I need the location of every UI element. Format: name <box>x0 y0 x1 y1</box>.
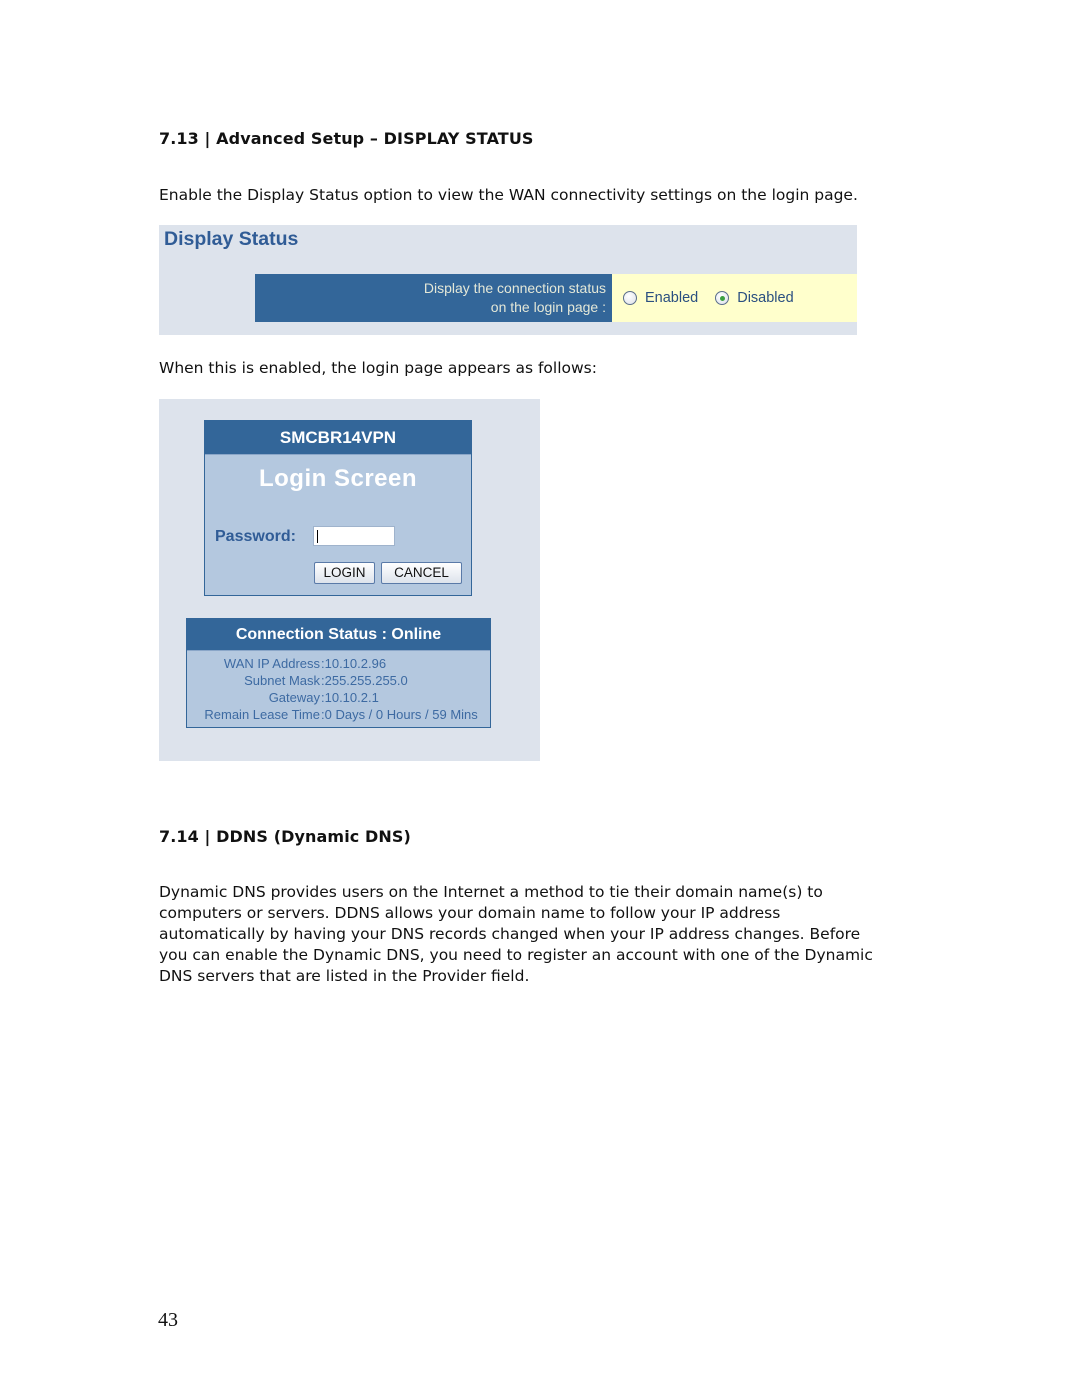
cancel-button[interactable]: CANCEL <box>381 562 462 584</box>
status-row: Remain Lease Time :0 Days / 0 Hours / 59… <box>187 706 490 723</box>
radio-enabled[interactable]: Enabled <box>623 290 698 306</box>
status-row: Subnet Mask :255.255.255.0 <box>187 672 490 689</box>
status-label: WAN IP Address <box>223 656 320 671</box>
status-value: :10.10.2.96 <box>321 656 387 671</box>
paragraph-line: you can enable the Dynamic DNS, you need… <box>159 946 873 964</box>
status-label: Remain Lease Time <box>204 707 320 722</box>
status-value: :255.255.255.0 <box>321 673 408 688</box>
setting-label-line1: Display the connection status <box>423 280 606 296</box>
status-value: :10.10.2.1 <box>321 690 379 705</box>
paragraph-line: Dynamic DNS provides users on the Intern… <box>159 883 823 901</box>
status-label: Gateway <box>268 690 320 705</box>
intro-paragraph: Enable the Display Status option to view… <box>159 186 858 204</box>
paragraph-line: automatically by having your DNS records… <box>159 925 861 943</box>
connection-status-header: Connection Status : Online <box>187 619 490 651</box>
radio-button-checked-icon[interactable] <box>715 291 730 305</box>
paragraph-line: DNS servers that are listed in the Provi… <box>159 967 530 985</box>
password-input[interactable] <box>313 526 395 546</box>
section-heading-ddns: 7.14 | DDNS (Dynamic DNS) <box>159 827 411 846</box>
connection-status-box: Connection Status : Online WAN IP Addres… <box>186 618 491 728</box>
status-value: :0 Days / 0 Hours / 59 Mins <box>321 707 478 722</box>
status-label: Subnet Mask <box>244 673 320 688</box>
login-page-screenshot: SMCBR14VPN Login Screen Password: LOGIN … <box>159 399 540 761</box>
ddns-paragraph: Dynamic DNS provides users on the Intern… <box>159 882 939 987</box>
paragraph-line: computers or servers. DDNS allows your d… <box>159 904 781 922</box>
setting-label-line2: on the login page : <box>490 299 606 315</box>
password-label: Password: <box>215 528 296 545</box>
display-status-panel: Display Status Display the connection st… <box>159 225 857 335</box>
radio-label: Enabled <box>645 290 699 306</box>
setting-label: Display the connection status on the log… <box>255 274 612 322</box>
radio-button-unchecked-icon[interactable] <box>623 291 637 305</box>
login-caption: When this is enabled, the login page app… <box>159 359 597 377</box>
login-button[interactable]: LOGIN <box>314 562 375 584</box>
radio-disabled[interactable]: Disabled <box>715 290 794 306</box>
status-row: WAN IP Address :10.10.2.96 <box>187 655 490 672</box>
device-name-header: SMCBR14VPN <box>205 421 471 455</box>
radio-group: Enabled Disabled <box>612 274 857 322</box>
login-title: Login Screen <box>258 465 418 492</box>
section-heading-display-status: 7.13 | Advanced Setup – DISPLAY STATUS <box>159 129 534 148</box>
radio-label: Disabled <box>737 290 794 306</box>
status-row: Gateway :10.10.2.1 <box>187 689 490 706</box>
panel-title: Display Status <box>164 228 299 250</box>
login-box: SMCBR14VPN Login Screen Password: LOGIN … <box>204 420 472 596</box>
page-number: 43 <box>158 1309 178 1331</box>
